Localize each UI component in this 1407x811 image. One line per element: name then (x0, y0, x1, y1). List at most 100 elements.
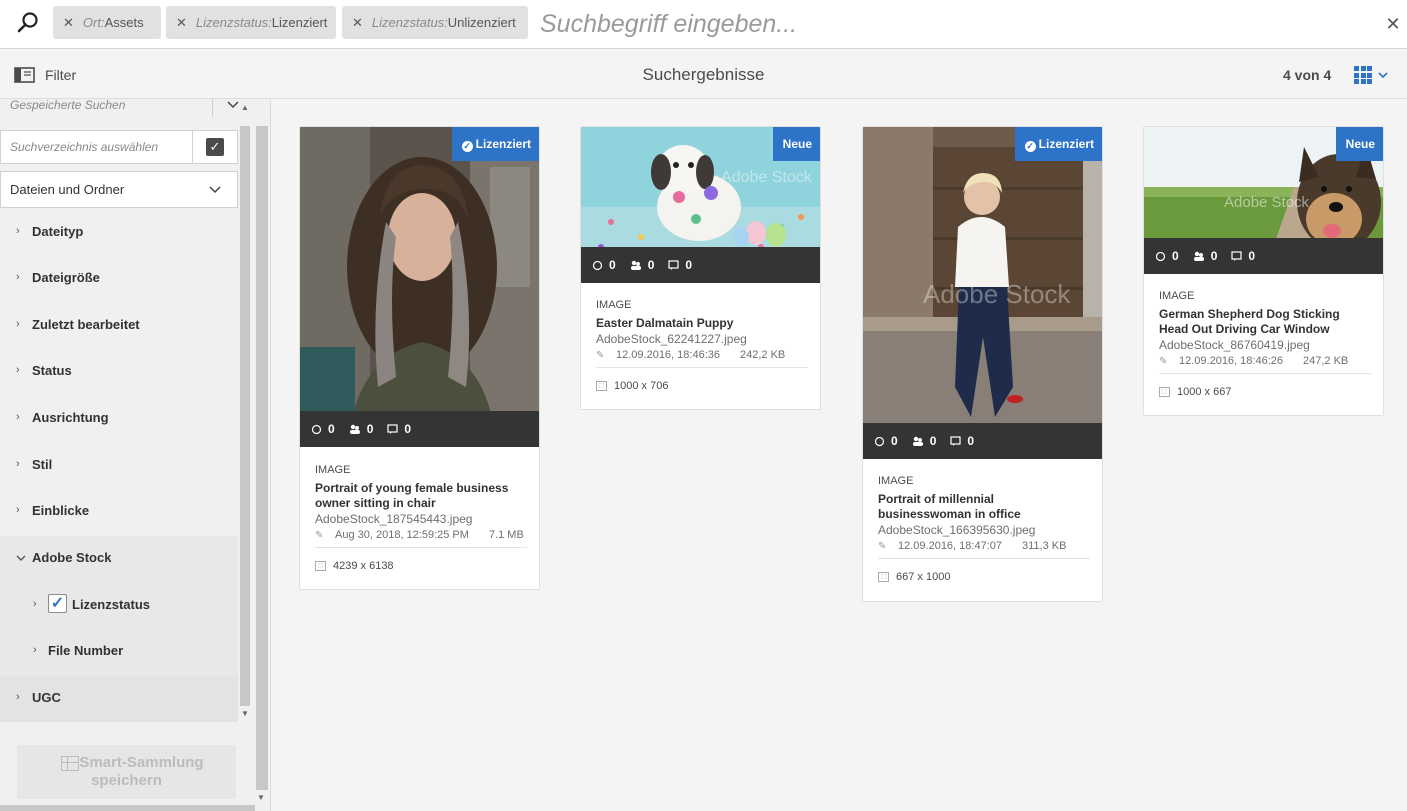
asset-dimensions-row: ⬚ 667 x 1000 (878, 571, 1090, 583)
asset-type: IMAGE (1159, 290, 1195, 302)
scrollbar-thumb[interactable] (256, 126, 268, 790)
facet-dateityp[interactable]: › Dateityp (0, 210, 238, 256)
facet-dateigroesse[interactable]: › Dateigröße (0, 256, 238, 302)
search-directory-field[interactable]: Suchverzeichnis auswählen ✓ (0, 130, 238, 164)
pencil-icon: ✎ (596, 349, 605, 361)
asset-stats-bar: 0 0 0 (300, 411, 539, 447)
badge-label: Neue (782, 137, 812, 151)
facet-label: Ausrichtung (32, 410, 109, 425)
chevron-down-icon (209, 186, 221, 194)
stat-value: 0 (891, 434, 898, 448)
scroll-up-icon[interactable]: ▲ (241, 103, 249, 112)
subfacet-lizenzstatus[interactable]: › ✓ Lizenzstatus (0, 583, 238, 629)
asset-filename: AdobeStock_86760419.jpeg (1159, 338, 1310, 352)
asset-title[interactable]: Portrait of millennial businesswoman in … (878, 492, 1090, 522)
stat-value: 0 (1248, 249, 1256, 263)
asset-title[interactable]: Easter Dalmatain Puppy (596, 316, 808, 331)
asset-title[interactable]: Portrait of young female business owner … (315, 481, 527, 511)
facet-ausrichtung[interactable]: › Ausrichtung (0, 396, 238, 442)
asset-thumbnail[interactable]: Adobe Stock Neue 0 0 0 (1144, 127, 1383, 274)
files-folders-dropdown[interactable]: Dateien und Ordner (0, 171, 238, 208)
asset-modified-row: ✎ 12.09.2016, 18:46:36 242,2 KB (596, 349, 808, 361)
grid-view-icon (1354, 66, 1372, 84)
stat-comments: 0 (950, 434, 974, 448)
asset-stats-bar: 0 0 0 (581, 247, 820, 283)
stat-sync: 0 (311, 422, 335, 436)
chip-remove-icon[interactable]: ✕ (176, 15, 187, 31)
lizenzstatus-checkbox[interactable]: ✓ (48, 594, 67, 613)
search-input[interactable] (540, 8, 1340, 40)
filter-chip-license-licensed[interactable]: ✕ Lizenzstatus: Lizenziert (166, 6, 336, 39)
checkmark-icon: ✓ (1024, 141, 1036, 152)
sync-icon (592, 260, 603, 270)
stat-value: 0 (1172, 249, 1179, 263)
filter-chip-license-unlicensed[interactable]: ✕ Lizenzstatus: Unlizenziert (342, 6, 528, 39)
divider (1159, 373, 1371, 374)
asset-card[interactable]: ✓ Lizenziert 0 0 0 IMAGE Portrait of youn… (299, 126, 540, 590)
facet-ugc[interactable]: › UGC (0, 676, 238, 722)
stat-comments: 0 (1231, 249, 1255, 263)
divider (596, 367, 808, 368)
comment-icon (950, 435, 961, 446)
save-smart-collection-button[interactable]: Smart-Sammlung speichern (17, 745, 236, 799)
asset-thumbnail[interactable]: Adobe Stock Neue 0 0 0 (581, 127, 820, 283)
subfacet-file-number[interactable]: › File Number (0, 629, 238, 675)
scroll-down-icon[interactable]: ▼ (241, 709, 249, 718)
scroll-down-icon[interactable]: ▼ (257, 793, 265, 802)
checkmark-icon: ✓ (461, 141, 473, 152)
chevron-right-icon: › (16, 411, 20, 423)
asset-filename: AdobeStock_62241227.jpeg (596, 332, 747, 346)
divider (315, 547, 527, 548)
chip-remove-icon[interactable]: ✕ (63, 15, 74, 31)
stat-value: 0 (366, 422, 374, 436)
asset-type: IMAGE (315, 464, 351, 476)
watermark: Adobe Stock (1224, 194, 1310, 211)
directory-confirm-button[interactable]: ✓ (192, 130, 238, 164)
saved-searches-dropdown[interactable]: Gespeicherte Suchen (0, 99, 250, 125)
asset-title[interactable]: German Shepherd Dog Sticking Head Out Dr… (1159, 307, 1371, 337)
asset-modified: 12.09.2016, 18:46:26 (1179, 355, 1283, 367)
stat-sync: 0 (1155, 249, 1179, 263)
filter-chip-location[interactable]: ✕ Ort: Assets (53, 6, 161, 39)
facet-zuletzt-bearbeitet[interactable]: › Zuletzt bearbeitet (0, 303, 238, 349)
dimensions-icon: ⬚ (1159, 387, 1170, 397)
stat-users: 0 (630, 258, 654, 272)
chevron-down-icon (1378, 72, 1388, 79)
checkmark-icon: ✓ (206, 138, 224, 156)
search-icon[interactable] (16, 11, 40, 35)
asset-thumbnail[interactable]: Adobe Stock ✓ Lizenziert 0 0 0 (863, 127, 1102, 459)
sync-icon (874, 436, 885, 446)
stat-value: 0 (1210, 249, 1218, 263)
comment-icon (668, 259, 679, 270)
asset-modified: 12.09.2016, 18:46:36 (616, 349, 720, 361)
horizontal-scrollbar[interactable] (0, 805, 255, 811)
facet-status[interactable]: › Status (0, 349, 238, 395)
asset-filename: AdobeStock_187545443.jpeg (315, 512, 473, 526)
chevron-right-icon: › (16, 364, 20, 376)
view-switcher[interactable] (1354, 66, 1388, 84)
stat-sync: 0 (592, 258, 616, 272)
users-icon (1193, 251, 1204, 261)
asset-card[interactable]: Adobe Stock Neue 0 0 0 IMAGE Easter Dalm… (580, 126, 821, 410)
asset-meta: IMAGE Portrait of millennial businesswom… (878, 475, 1090, 583)
filter-toggle-button[interactable]: Filter (14, 64, 76, 86)
scrollbar-thumb[interactable] (240, 126, 250, 706)
stat-value: 0 (328, 422, 335, 436)
badge-label: Neue (1345, 137, 1375, 151)
users-icon (349, 424, 360, 434)
asset-card[interactable]: Adobe Stock Neue 0 0 0 IMAGE German Shep… (1143, 126, 1384, 416)
chip-key: Lizenzstatus: (195, 15, 272, 30)
stat-users: 0 (1193, 249, 1218, 263)
facet-stil[interactable]: › Stil (0, 443, 238, 489)
close-icon[interactable]: ✕ (1383, 14, 1403, 34)
facet-einblicke[interactable]: › Einblicke (0, 489, 238, 535)
asset-thumbnail[interactable]: ✓ Lizenziert 0 0 0 (300, 127, 539, 447)
subfacet-label: File Number (48, 643, 124, 658)
asset-meta: IMAGE Portrait of young female business … (315, 464, 527, 572)
facet-scrollbar[interactable]: ▲ ▼ (239, 99, 253, 721)
sync-icon (1155, 251, 1166, 261)
files-dropdown-value: Dateien und Ordner (10, 182, 125, 197)
panel-scrollbar[interactable]: ▼ (255, 99, 269, 811)
asset-card[interactable]: Adobe Stock ✓ Lizenziert 0 0 0 IMAGE Port… (862, 126, 1103, 602)
chip-remove-icon[interactable]: ✕ (352, 15, 363, 31)
